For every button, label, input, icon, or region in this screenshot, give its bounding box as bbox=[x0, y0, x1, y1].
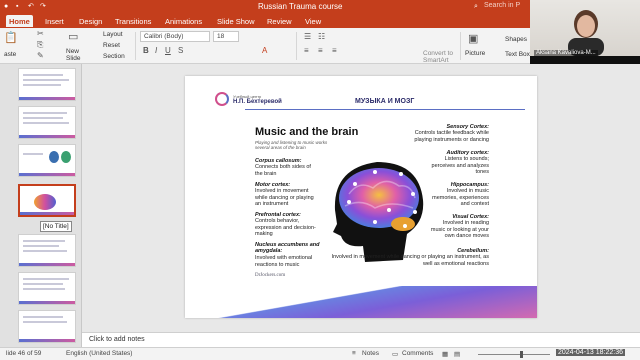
webcam-video bbox=[530, 0, 640, 56]
presenter-silhouette bbox=[568, 10, 604, 56]
tab-home[interactable]: Home bbox=[6, 15, 33, 27]
italic-icon[interactable]: I bbox=[155, 46, 157, 55]
section-button[interactable]: Section bbox=[103, 53, 125, 60]
undo-icon[interactable]: ↶ bbox=[28, 3, 35, 10]
align-center-icon[interactable]: ≡ bbox=[318, 46, 323, 55]
tab-review[interactable]: Review bbox=[264, 15, 295, 27]
training-center-logo bbox=[215, 92, 229, 106]
logo-name: Н.П. Бехтеревой bbox=[233, 99, 282, 105]
slide-thumbnail-panel[interactable]: [No Title] bbox=[0, 64, 82, 347]
new-slide-button[interactable]: New Slide bbox=[66, 48, 80, 62]
ribbon-tabs: Home Insert Design Transitions Animation… bbox=[0, 14, 530, 28]
picture-button[interactable]: Picture bbox=[465, 50, 485, 57]
region-name: Nucleus accumbens and amygdala: bbox=[255, 242, 320, 254]
status-bar: lide 46 of 59 English (United States) ≡ … bbox=[0, 347, 640, 360]
font-name-select[interactable]: Calibri (Body) bbox=[140, 31, 210, 42]
autosave-icon[interactable]: ● bbox=[4, 3, 11, 10]
font-color-icon[interactable]: A bbox=[262, 46, 267, 55]
text-box-button[interactable]: Text Box bbox=[505, 51, 530, 58]
slide-thumbnail-selected[interactable] bbox=[18, 184, 76, 217]
slide-counter: lide 46 of 59 bbox=[6, 350, 42, 357]
source-logo: DrJockers.com bbox=[255, 273, 286, 278]
search-icon[interactable]: ⌕ bbox=[474, 3, 481, 10]
infographic-title: Music and the brain bbox=[255, 126, 359, 138]
current-slide[interactable]: Учебный центр Н.П. Бехтеревой МУЗЫКА И М… bbox=[185, 76, 537, 318]
shapes-button[interactable]: Shapes bbox=[505, 36, 527, 43]
paste-icon[interactable]: 📋 bbox=[4, 31, 18, 44]
cut-icon[interactable]: ✂ bbox=[37, 29, 44, 38]
recording-timestamp: 2024-04-13 18:22:36 bbox=[556, 349, 625, 356]
language-indicator[interactable]: English (United States) bbox=[66, 350, 132, 357]
brain-head-illustration bbox=[333, 162, 424, 262]
region-desc: Involved in music memories, experiences … bbox=[432, 188, 489, 207]
notes-toggle[interactable]: Notes bbox=[362, 350, 379, 357]
notes-placeholder[interactable]: Click to add notes bbox=[89, 336, 145, 343]
slide-editor-canvas[interactable]: Учебный центр Н.П. Бехтеревой МУЗЫКА И М… bbox=[82, 64, 640, 332]
notes-icon[interactable]: ≡ bbox=[352, 350, 356, 357]
tab-view[interactable]: View bbox=[302, 15, 324, 27]
underline-icon[interactable]: U bbox=[165, 46, 171, 55]
presenter-name: Aksana Kavaliova-M... bbox=[534, 50, 598, 56]
slide-thumbnail[interactable] bbox=[18, 234, 76, 267]
copy-icon[interactable]: ⎘ bbox=[37, 40, 43, 50]
layout-button[interactable]: Layout bbox=[103, 31, 123, 38]
ribbon-divider bbox=[296, 32, 297, 60]
webcam-overlay: Aksana Kavaliova-M... bbox=[530, 0, 640, 64]
document-title: Russian Trauma course bbox=[258, 2, 343, 11]
redo-icon[interactable]: ↷ bbox=[40, 3, 47, 10]
zoom-slider[interactable] bbox=[478, 354, 550, 355]
numbering-icon[interactable]: ☷ bbox=[318, 32, 325, 41]
slide-thumbnail[interactable] bbox=[18, 272, 76, 305]
region-desc: Involved in movement while dancing or pl… bbox=[255, 188, 314, 207]
slide-thumbnail[interactable] bbox=[18, 310, 76, 343]
powerpoint-window: ● ▪ ↶ ↷ Russian Trauma course ⌕ Search i… bbox=[0, 0, 640, 360]
region-desc: Controls behavior, expression and decisi… bbox=[255, 218, 316, 237]
ribbon-divider bbox=[460, 32, 461, 60]
reset-button[interactable]: Reset bbox=[103, 42, 120, 49]
tab-slide-show[interactable]: Slide Show bbox=[214, 15, 258, 27]
notes-pane[interactable]: Click to add notes bbox=[82, 332, 640, 347]
format-painter-icon[interactable]: ✎ bbox=[37, 51, 44, 60]
picture-icon[interactable]: ▣ bbox=[468, 32, 478, 45]
region-desc: Involved in reading music or looking at … bbox=[430, 220, 489, 239]
align-right-icon[interactable]: ≡ bbox=[332, 46, 337, 55]
zoom-slider-thumb[interactable] bbox=[520, 351, 523, 358]
region-desc: Connects both sides of the brain bbox=[255, 164, 311, 177]
paste-button[interactable]: aste bbox=[4, 51, 16, 58]
font-size-select[interactable]: 18 bbox=[213, 31, 239, 42]
slide-thumbnail[interactable] bbox=[18, 106, 76, 139]
slide-thumbnail[interactable] bbox=[18, 144, 76, 177]
normal-view-icon[interactable]: ▦ bbox=[442, 350, 448, 358]
tab-insert[interactable]: Insert bbox=[42, 15, 67, 27]
slide-thumbnail[interactable] bbox=[18, 68, 76, 101]
save-icon[interactable]: ▪ bbox=[16, 3, 23, 10]
region-desc: Listens to sounds; perceives and analyze… bbox=[431, 156, 489, 175]
comments-icon[interactable]: ▭ bbox=[392, 350, 398, 358]
ribbon-divider bbox=[135, 32, 136, 60]
convert-smartart-button[interactable]: Convert to SmartArt bbox=[423, 50, 453, 64]
region-desc: Controls tactile feedback while playing … bbox=[414, 130, 489, 143]
region-desc: Involved with emotional reactions to mus… bbox=[255, 255, 313, 268]
header-divider bbox=[245, 109, 525, 110]
bold-icon[interactable]: B bbox=[143, 46, 149, 55]
sorter-view-icon[interactable]: ▤ bbox=[454, 350, 460, 358]
slide-header[interactable]: МУЗЫКА И МОЗГ bbox=[355, 98, 414, 105]
align-left-icon[interactable]: ≡ bbox=[304, 46, 309, 55]
comments-toggle[interactable]: Comments bbox=[402, 350, 433, 357]
new-slide-icon[interactable]: ▭ bbox=[68, 30, 78, 43]
music-brain-infographic[interactable]: Music and the brain Playing and listenin… bbox=[245, 120, 495, 284]
infographic-subtitle: Playing and listening to music works sev… bbox=[255, 140, 328, 150]
decorative-band bbox=[185, 286, 537, 318]
thumbnail-tooltip: [No Title] bbox=[40, 221, 72, 232]
strikethrough-icon[interactable]: S bbox=[178, 46, 183, 55]
tab-transitions[interactable]: Transitions bbox=[112, 15, 154, 27]
bullets-icon[interactable]: ☰ bbox=[304, 32, 311, 41]
ribbon-home: 📋 aste ✂ ⎘ ✎ ▭ New Slide Layout Reset Se… bbox=[0, 28, 530, 64]
tab-animations[interactable]: Animations bbox=[162, 15, 205, 27]
tab-design[interactable]: Design bbox=[76, 15, 105, 27]
region-desc: Involved in movement while dancing or pl… bbox=[331, 254, 489, 267]
